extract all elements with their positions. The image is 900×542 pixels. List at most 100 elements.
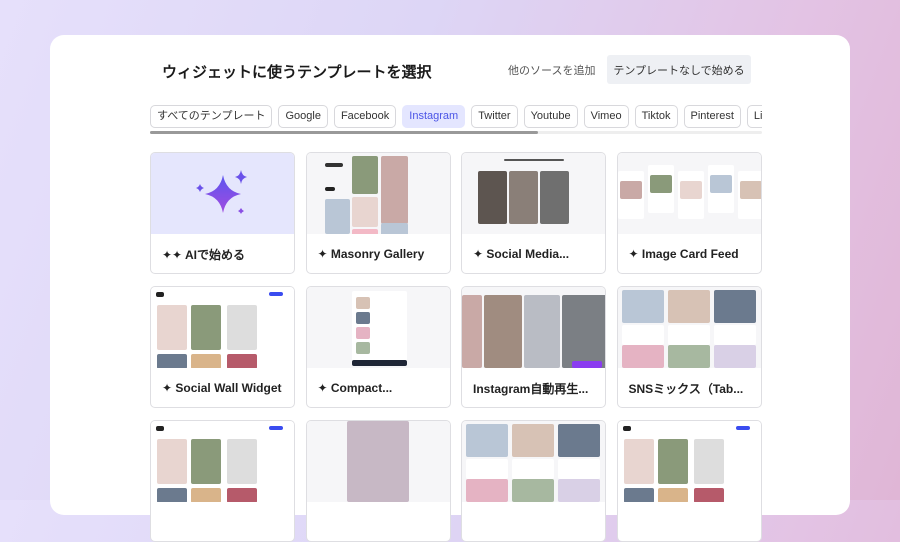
thumbnail-image <box>466 424 508 457</box>
thumbnail-image <box>462 295 482 368</box>
thumbnail-image <box>466 459 508 479</box>
thumbnail-image <box>227 305 257 350</box>
template-card[interactable]: ✦ Masonry Gallery <box>305 152 451 274</box>
thumbnail-image <box>667 325 710 345</box>
thumbnail-image <box>355 327 370 339</box>
tab-vimeo[interactable]: Vimeo <box>583 105 629 128</box>
thumbnail-image <box>504 159 564 161</box>
start-without-template-button[interactable]: テンプレートなしで始める <box>607 55 751 84</box>
thumbnail-image <box>191 439 221 484</box>
thumbnail-image <box>621 345 664 368</box>
tab-facebook[interactable]: Facebook <box>333 105 397 128</box>
thumbnail-image <box>466 479 508 502</box>
template-filter-tabs: すべてのテンプレート Google Facebook Instagram Twitter… <box>150 105 762 129</box>
tab-tiktok[interactable]: Tiktok <box>634 105 678 128</box>
template-card[interactable] <box>150 420 295 542</box>
thumbnail-image <box>713 290 756 323</box>
template-thumbnail <box>151 421 294 502</box>
template-label <box>151 502 294 541</box>
thumbnail-image <box>351 156 378 194</box>
template-label <box>307 502 450 541</box>
thumbnail-image <box>562 295 605 368</box>
tab-pinterest[interactable]: Pinterest <box>683 105 741 128</box>
template-card[interactable] <box>461 420 606 542</box>
thumbnail-image <box>509 171 538 224</box>
add-source-link[interactable]: 他のソースを追加 <box>508 62 595 78</box>
template-label: SNSミックス（Tab... <box>628 381 744 396</box>
thumbnail-image <box>380 223 408 234</box>
thumbnail-image <box>524 295 560 368</box>
thumbnail-image <box>380 156 408 224</box>
thumbnail-image <box>324 163 343 167</box>
template-card[interactable]: ✦✦ AIで始める <box>150 152 295 274</box>
template-label: ✦ Social Wall Widget <box>162 381 282 395</box>
tab-linkedin[interactable]: Linkedin <box>746 105 762 128</box>
thumbnail-image <box>227 354 257 368</box>
thumbnail-image <box>558 479 600 502</box>
tab-youtube[interactable]: Youtube <box>523 105 578 128</box>
thumbnail-image <box>191 354 221 368</box>
thumbnail-image <box>269 292 283 296</box>
template-thumbnail <box>462 153 605 234</box>
template-thumbnail <box>306 153 450 234</box>
thumbnail-image <box>667 345 710 368</box>
thumbnail-image <box>713 345 756 368</box>
thumbnail-image <box>621 290 664 323</box>
tab-すべてのテンプレート[interactable]: すべてのテンプレート <box>150 105 273 128</box>
thumbnail-image <box>709 175 732 193</box>
template-label: ✦ Social Media... <box>473 247 570 261</box>
tab-google[interactable]: Google <box>278 105 328 128</box>
thumbnail-image <box>355 312 370 324</box>
thumbnail-image <box>735 426 750 430</box>
thumbnail-image <box>657 439 688 484</box>
template-label: ✦ Image Card Feed <box>628 247 739 261</box>
template-thumbnail <box>151 287 294 368</box>
thumbnail-image <box>621 325 664 345</box>
thumbnail-image <box>324 199 350 234</box>
thumbnail-image <box>355 297 370 309</box>
template-card[interactable]: SNSミックス（Tab... <box>616 286 762 408</box>
template-label: ✦✦ AIで始める <box>162 247 245 262</box>
thumbnail-image <box>478 171 507 224</box>
thumbnail-image <box>558 459 600 479</box>
thumbnail-image <box>346 421 409 502</box>
thumbnail-image <box>558 424 600 457</box>
template-thumbnail <box>617 421 761 502</box>
template-card[interactable]: ✦ Image Card Feed <box>616 152 762 274</box>
template-label: Instagram自動再生... <box>473 381 589 396</box>
thumbnail-image <box>739 181 761 199</box>
thumbnail-image <box>191 305 221 350</box>
thumbnail-image <box>157 439 187 484</box>
template-card[interactable]: ✦ Compact... <box>305 286 451 408</box>
template-card[interactable]: ✦ Social Wall Widget <box>150 286 295 408</box>
template-label <box>462 502 605 541</box>
thumbnail-image <box>667 290 710 323</box>
thumbnail-image <box>512 459 554 479</box>
template-dialog: ウィジェットに使うテンプレートを選択 他のソースを追加 テンプレートなしで始める… <box>50 35 850 542</box>
thumbnail-image <box>713 325 756 345</box>
template-thumbnail <box>306 287 450 368</box>
template-label <box>618 502 761 541</box>
template-card[interactable]: ✦ Social Media... <box>461 152 606 274</box>
thumbnail-image <box>324 187 335 191</box>
template-grid: ✦✦ AIで始める ✦ Masonry Gallery ✦ Social Media… <box>150 152 762 542</box>
thumbnail-image <box>693 439 724 484</box>
thumbnail-image <box>572 361 602 368</box>
template-thumbnail <box>617 153 761 234</box>
tab-instagram[interactable]: Instagram <box>402 105 466 128</box>
thumbnail-image <box>351 229 378 234</box>
tab-twitter[interactable]: Twitter <box>471 105 518 128</box>
thumbnail-image <box>157 305 187 350</box>
tabs-scrollbar[interactable] <box>150 131 762 134</box>
template-card[interactable]: Instagram自動再生... <box>461 286 606 408</box>
template-card[interactable] <box>616 420 762 542</box>
thumbnail-image <box>623 439 654 484</box>
thumbnail-image <box>227 439 257 484</box>
thumbnail-image <box>679 181 702 199</box>
thumbnail-image <box>156 426 164 431</box>
template-card[interactable] <box>305 420 451 542</box>
template-thumbnail <box>306 421 450 502</box>
thumbnail-image <box>351 197 378 227</box>
thumbnail-image <box>649 175 672 193</box>
sparkle-icon <box>196 170 247 214</box>
